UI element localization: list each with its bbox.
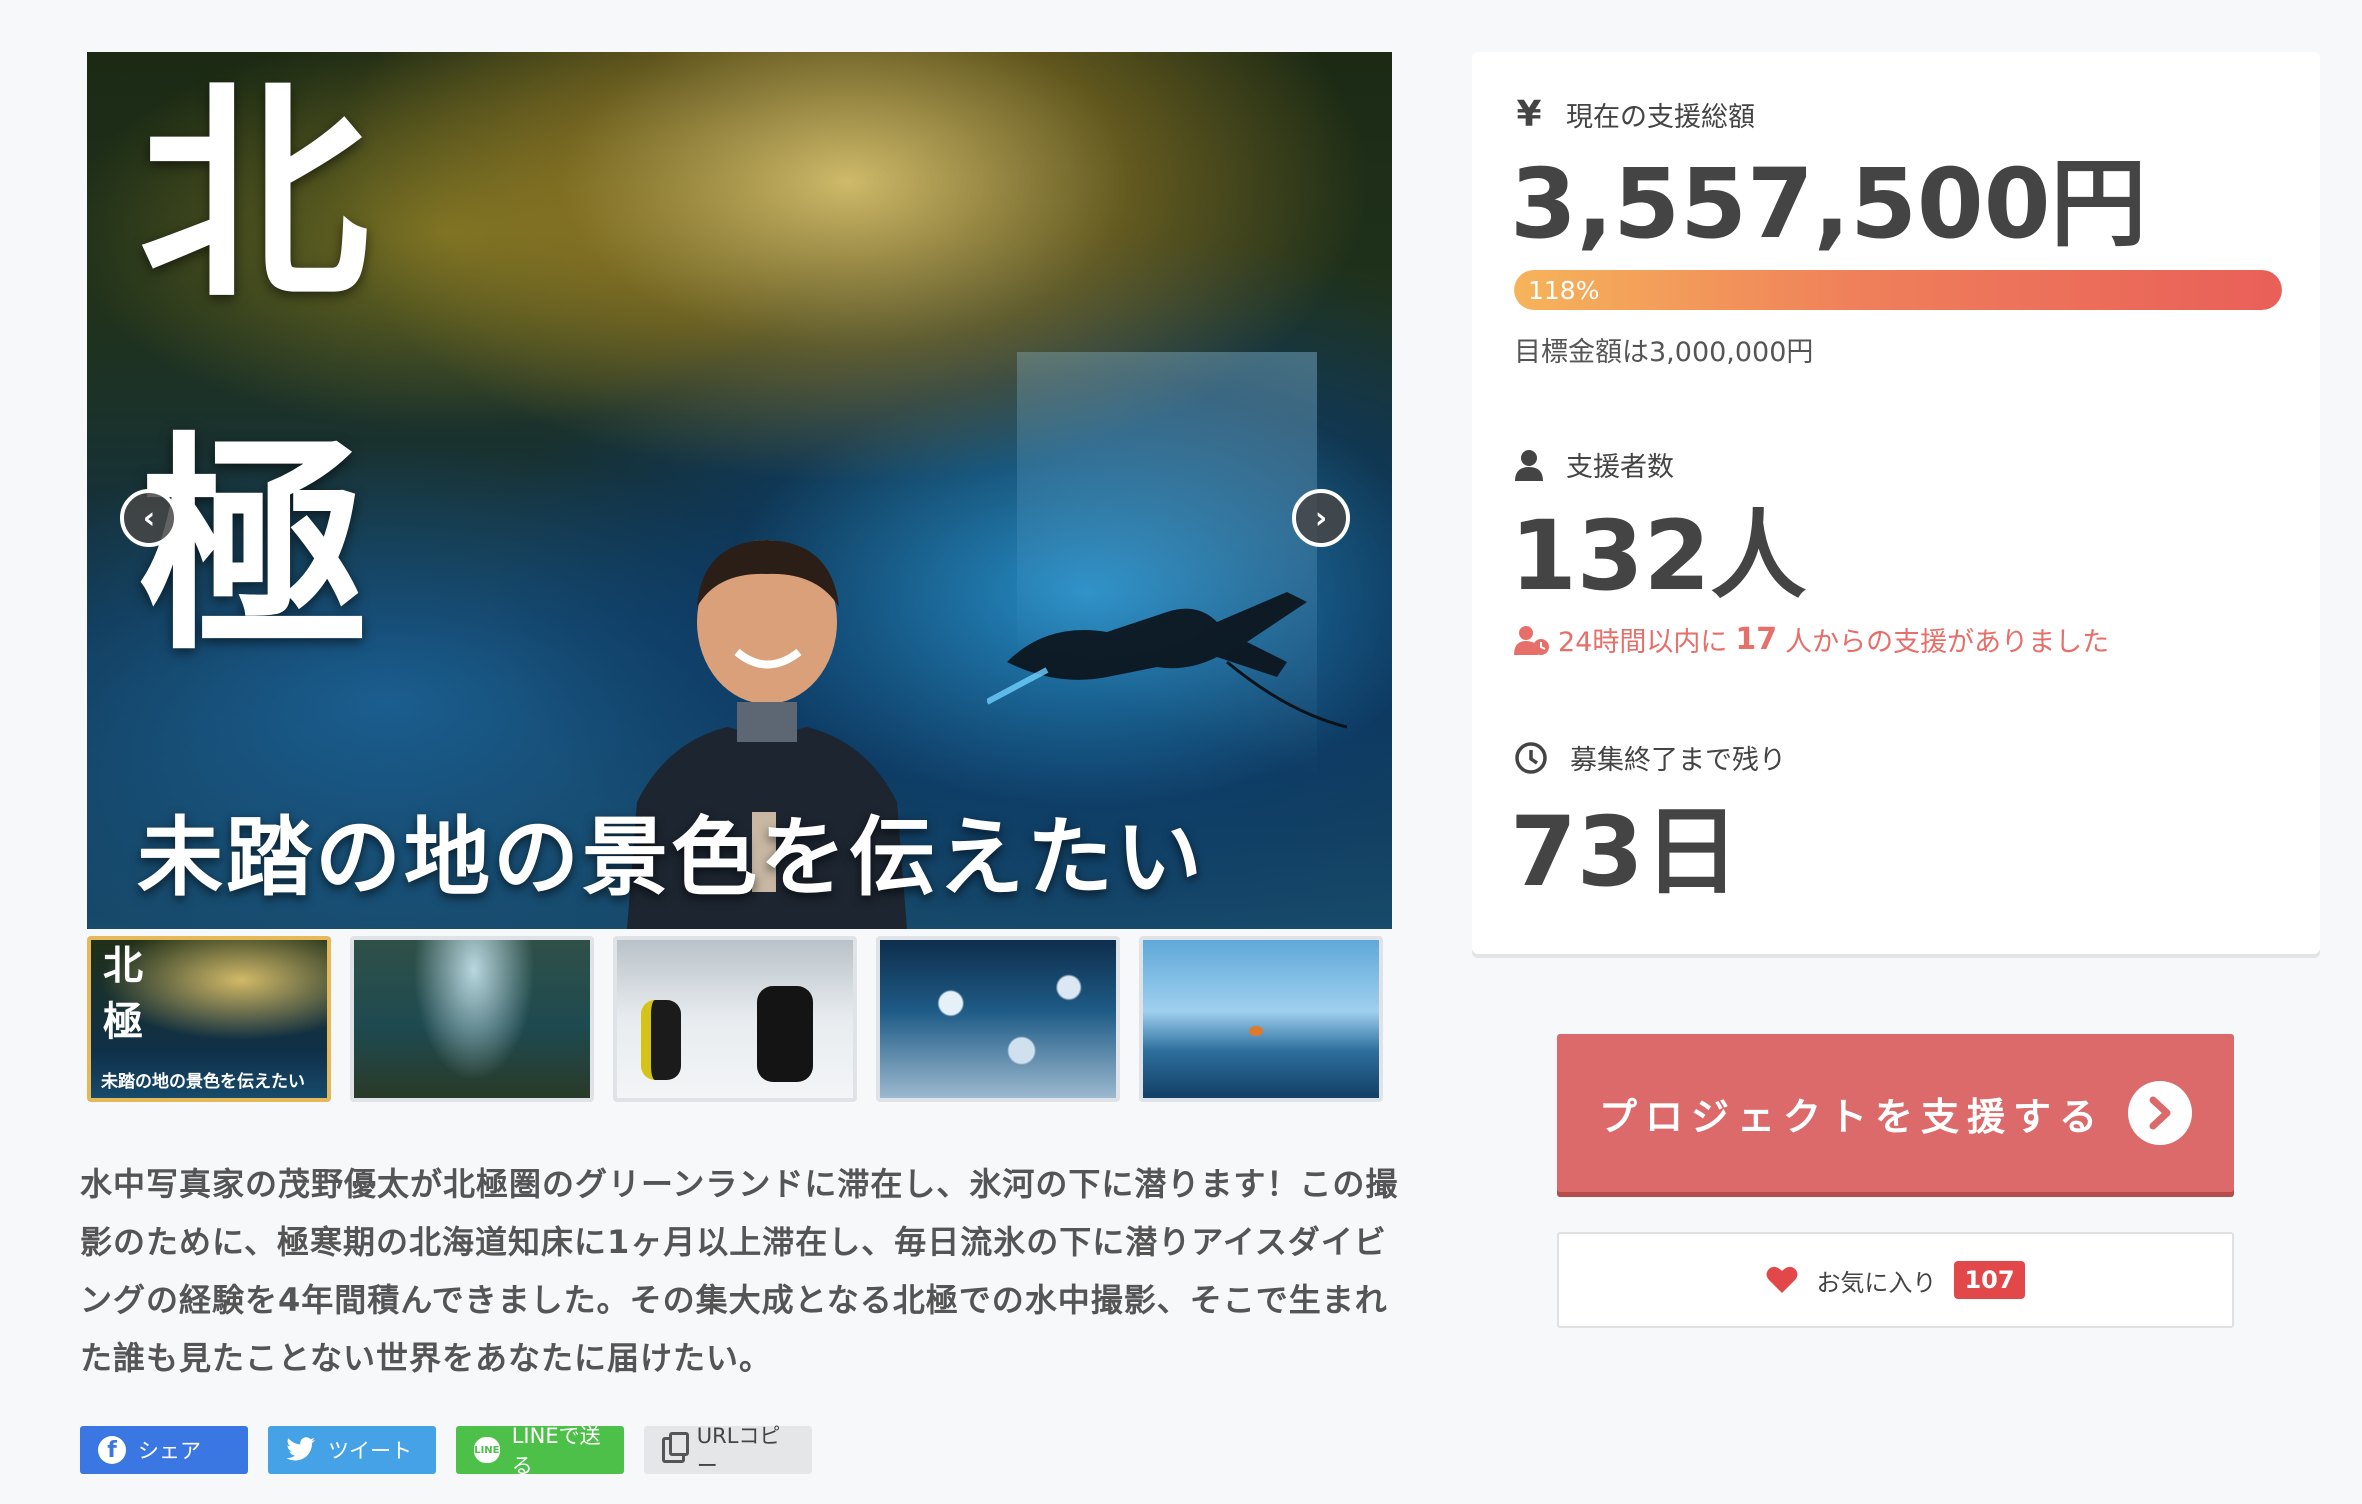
twitter-share-label: ツイート xyxy=(328,1439,412,1463)
hero-title-char: 極 xyxy=(139,412,370,682)
thumbnail-3[interactable] xyxy=(613,936,857,1102)
backers-value: 132人 xyxy=(1510,500,1807,612)
hero-title-char: 北 xyxy=(139,60,370,330)
hero-subtitle: 未踏の地の景色を伝えたい xyxy=(137,807,1205,908)
line-icon: LINE xyxy=(474,1437,500,1463)
thumbnail-strip: 北 極 未踏の地の景色を伝えたい xyxy=(87,936,1392,1102)
favorite-count-badge: 107 xyxy=(1954,1261,2025,1299)
main-visual: 北 極 未踏の地の景色を伝えたい ‹ › xyxy=(87,52,1392,929)
carousel-prev-button[interactable]: ‹ xyxy=(120,489,178,547)
remaining-label-row: 募集終了まで残り xyxy=(1514,738,1786,777)
favorite-button[interactable]: お気に入り 107 xyxy=(1557,1232,2234,1328)
thumbnail-subtitle: 未踏の地の景色を伝えたい xyxy=(101,1072,305,1092)
recent-backers-icon xyxy=(1514,625,1549,655)
yen-icon: ¥ xyxy=(1516,94,1542,135)
thumbnail-2[interactable] xyxy=(350,936,594,1102)
twitter-bird-icon xyxy=(286,1437,316,1463)
total-amount-value: 3,557,500円 xyxy=(1510,148,2147,260)
recent-backers-prefix: 24時間以内に xyxy=(1558,627,1728,658)
progress-percent: 118% xyxy=(1528,276,1600,305)
heart-icon xyxy=(1766,1266,1798,1293)
copy-icon xyxy=(662,1432,689,1463)
carousel-next-button[interactable]: › xyxy=(1292,489,1350,547)
url-copy-label: URLコピー xyxy=(696,1424,781,1478)
twitter-share-button[interactable]: ツイート xyxy=(268,1426,436,1474)
progress-fill xyxy=(1514,270,2282,310)
thumbnail-title-char: 北 xyxy=(103,942,143,989)
goal-amount: 目標金額は3,000,000円 xyxy=(1514,337,1814,368)
diver-figure xyxy=(641,1000,681,1080)
thumbnail-1[interactable]: 北 極 未踏の地の景色を伝えたい xyxy=(87,936,331,1102)
backers-label-row: 支援者数 xyxy=(1514,445,1674,484)
share-buttons: f シェア ツイート LINE LINEで送る URLコピー xyxy=(80,1424,812,1478)
line-share-label: LINEで送る xyxy=(511,1424,601,1478)
funding-progress-bar: 118% xyxy=(1514,270,2282,310)
total-amount-label-row: ¥ 現在の支援総額 xyxy=(1514,94,1755,135)
support-project-button[interactable]: プロジェクトを支援する xyxy=(1557,1034,2234,1192)
favorite-label: お気に入り xyxy=(1816,1268,1937,1297)
facebook-share-label: シェア xyxy=(138,1439,201,1463)
diver-figure xyxy=(757,986,813,1082)
chevron-right-icon: › xyxy=(1314,500,1328,536)
support-project-label: プロジェクトを支援する xyxy=(1599,1094,2106,1139)
thumbnail-title-char: 極 xyxy=(103,998,143,1045)
facebook-share-button[interactable]: f シェア xyxy=(80,1426,248,1474)
clock-icon xyxy=(1515,741,1547,774)
remaining-label: 募集終了まで残り xyxy=(1570,745,1786,776)
facebook-icon: f xyxy=(98,1436,126,1464)
fish-figure xyxy=(1249,1026,1263,1036)
total-amount-label: 現在の支援総額 xyxy=(1566,102,1755,133)
chevron-left-icon: ‹ xyxy=(142,500,156,536)
recent-backers-notice: 24時間以内に 17 人からの支援がありました xyxy=(1514,620,2109,659)
person-icon xyxy=(1515,449,1543,481)
backers-label: 支援者数 xyxy=(1566,452,1674,483)
funding-stats-card: ¥ 現在の支援総額 3,557,500円 118% 目標金額は3,000,000… xyxy=(1472,52,2320,954)
thumbnail-5[interactable] xyxy=(1139,936,1383,1102)
recent-backers-count: 17 xyxy=(1735,622,1778,657)
remaining-days-value: 73日 xyxy=(1510,796,1740,908)
thumbnail-4[interactable] xyxy=(876,936,1120,1102)
url-copy-button[interactable]: URLコピー xyxy=(644,1424,812,1478)
line-share-button[interactable]: LINE LINEで送る xyxy=(456,1424,624,1478)
recent-backers-suffix: 人からの支援がありました xyxy=(1785,627,2110,658)
diver-silhouette xyxy=(987,592,1347,729)
chevron-right-icon xyxy=(2128,1081,2192,1145)
project-description: 水中写真家の茂野優太が北極圏のグリーンランドに滞在し、氷河の下に潜ります！この撮… xyxy=(80,1165,1399,1377)
